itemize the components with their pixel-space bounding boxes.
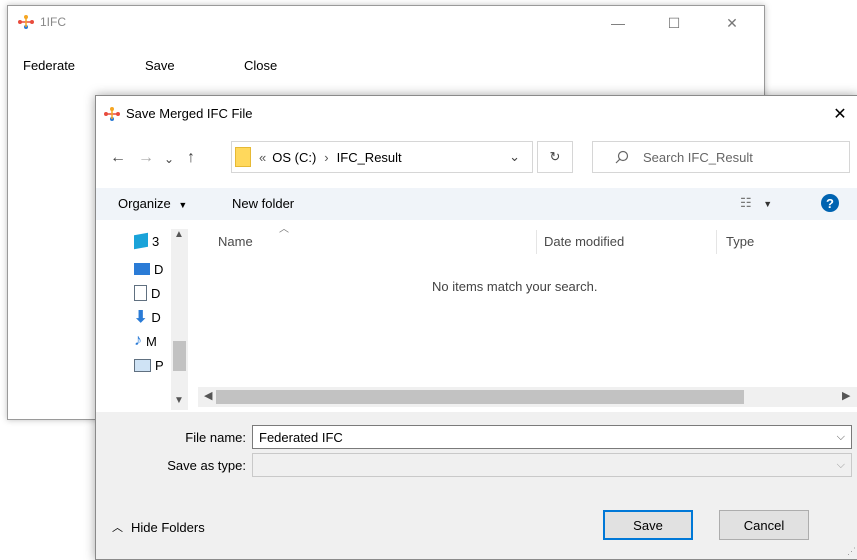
hide-folders-label: Hide Folders [131,519,205,535]
dialog-footer: File name: Federated IFC ⌵ Save as type:… [96,412,857,559]
pictures-icon [134,358,151,372]
recent-locations-button[interactable]: ⌄ [164,152,174,166]
address-dropdown-icon[interactable]: ⌄ [509,149,520,165]
downloads-icon: ⬇ [134,309,148,326]
music-icon: ♪ [134,332,142,349]
organize-label: Organize [118,196,171,211]
file-name-label: File name: [185,430,246,445]
help-icon[interactable]: ? [821,194,839,212]
dialog-logo-icon [104,106,120,121]
view-icon: ☷ [740,195,752,210]
cancel-button[interactable]: Cancel [719,510,809,540]
organize-button[interactable]: Organize ▼ [118,196,187,211]
save-type-select[interactable]: ⌵ [252,453,852,477]
view-options-button[interactable]: ☷ ▼ [740,195,772,211]
app-logo-icon [18,15,34,29]
app-title: 1IFC [40,15,67,29]
address-segment-folder[interactable]: IFC_Result [337,150,402,165]
forward-button[interactable]: → [138,149,154,167]
search-placeholder: Search IFC_Result [643,149,753,165]
save-dialog: Save Merged IFC File ✕ ← → ⌄ ↑ « OS (C:)… [95,95,857,560]
scrollbar-thumb[interactable] [216,390,744,404]
chevron-down-icon[interactable]: ⌵ [837,459,845,472]
scroll-down-icon: ▼ [174,395,184,406]
column-header-date-modified[interactable]: Date modified [544,234,624,249]
file-name-field[interactable]: Federated IFC ⌵ [252,425,852,449]
nav-item-label: D [151,309,161,325]
refresh-button[interactable]: ↻ [537,141,573,173]
empty-message: No items match your search. [432,279,598,294]
hide-folders-toggle[interactable]: ︿ Hide Folders [112,519,205,535]
menu-close[interactable]: Close [244,58,277,73]
maximize-button[interactable]: ☐ [656,10,692,36]
minimize-button[interactable]: — [600,10,636,36]
scroll-right-icon: ▶ [842,390,851,402]
app-title-bar: 1IFC [18,15,66,29]
file-list-hscrollbar[interactable]: ◀ ▶ [198,387,857,407]
nav-item-label: 3 [152,233,160,249]
file-name-value: Federated IFC [259,429,343,445]
caret-down-icon: ▼ [178,200,188,210]
address-segment-drive[interactable]: OS (C:) [272,150,316,165]
nav-item-label: D [151,285,161,301]
column-divider[interactable] [536,230,537,254]
3d-objects-icon [134,232,148,250]
scroll-left-icon: ◀ [204,390,213,402]
menu-federate[interactable]: Federate [23,58,75,73]
column-header-type[interactable]: Type [726,234,754,249]
nav-item-label: D [154,261,164,277]
nav-item-pictures[interactable]: P [134,354,174,376]
save-type-label: Save as type: [167,458,246,473]
nav-item-3d-objects[interactable]: 3 [134,230,174,252]
address-overflow[interactable]: « [259,150,266,165]
dialog-title: Save Merged IFC File [126,106,253,121]
sort-indicator-icon: ︿ [279,224,289,235]
dialog-close-button[interactable]: ✕ [826,102,854,126]
nav-item-desktop[interactable]: D [134,258,174,280]
up-button[interactable]: ↑ [187,149,195,167]
search-box[interactable]: Search IFC_Result [592,141,850,173]
caret-down-icon: ▼ [763,199,773,209]
desktop-icon [134,263,150,275]
dialog-title-bar: Save Merged IFC File [104,106,252,121]
documents-icon [134,285,147,301]
address-bar[interactable]: « OS (C:) › IFC_Result ⌄ [231,141,533,173]
scroll-up-icon: ▲ [174,229,184,240]
app-close-button[interactable]: ✕ [714,10,750,36]
column-header-name[interactable]: Name [218,234,253,249]
search-icon [615,150,629,164]
scrollbar-thumb[interactable] [173,341,186,371]
folder-icon [235,147,251,167]
nav-item-label: M [146,333,157,349]
command-bar: Organize ▼ New folder ☷ ▼ ? [96,188,857,220]
address-separator: › [324,149,329,165]
column-divider[interactable] [716,230,717,254]
nav-item-documents[interactable]: D [134,282,174,304]
chevron-up-icon: ︿ [112,522,123,534]
back-button[interactable]: ← [110,149,126,167]
chevron-down-icon[interactable]: ⌵ [837,431,845,444]
nav-item-label: P [155,357,164,373]
nav-item-downloads[interactable]: ⬇ D [134,306,174,328]
new-folder-button[interactable]: New folder [232,196,294,211]
save-button[interactable]: Save [603,510,693,540]
menu-save[interactable]: Save [145,58,175,73]
nav-pane-scrollbar[interactable]: ▲ ▼ [171,229,188,410]
resize-grip-icon[interactable]: ⋰ [847,546,856,557]
nav-item-music[interactable]: ♪ M [134,330,174,352]
